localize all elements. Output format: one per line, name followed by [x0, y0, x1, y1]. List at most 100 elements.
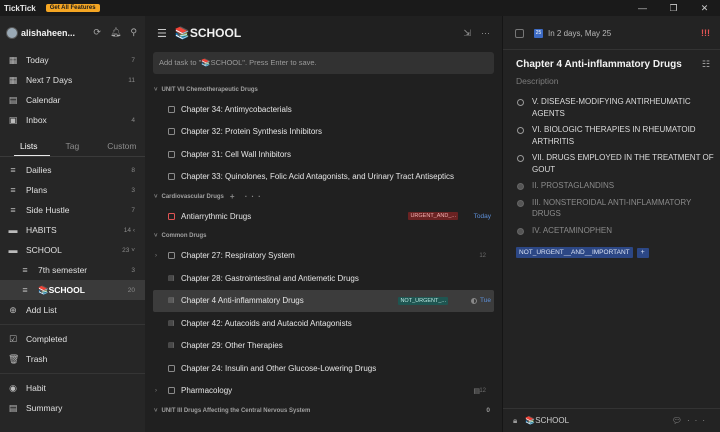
checklist-item[interactable]: VI. BIOLOGIC THERAPIES IN RHEUMATOID ART… — [503, 124, 720, 147]
tab-lists[interactable]: Lists — [20, 141, 37, 151]
tag-chip[interactable]: URGENT_AND_... — [408, 212, 458, 221]
footer-icons[interactable]: 💬︎··· — [672, 416, 710, 425]
sidebar-item[interactable]: ▬ HABITS 14 ‹ — [0, 220, 145, 240]
task-group-header[interactable]: ˅ Common Drugs — [145, 228, 502, 245]
bell-icon[interactable]: 🔔︎ — [110, 27, 121, 38]
sidebar-item[interactable]: ≡ Side Hustle 7 — [0, 200, 145, 220]
get-all-features-button[interactable]: Get All Features — [45, 4, 100, 12]
sidebar-item[interactable]: ≡ Dailies 8 — [0, 160, 145, 180]
note-icon[interactable]: ▤ — [168, 275, 175, 282]
sidebar-item[interactable]: ▬ SCHOOL 23 ˅ — [0, 240, 145, 260]
sort-icon[interactable]: ⇲ — [463, 28, 471, 39]
chevron-down-icon[interactable]: ˅ — [154, 408, 158, 414]
tab-tag[interactable]: Tag — [65, 141, 79, 151]
chevron-down-icon[interactable]: ˅ — [154, 233, 158, 239]
calendar-icon[interactable]: 25 — [534, 28, 543, 38]
task-title: Chapter 34: Antimycobacterials — [181, 104, 292, 114]
note-icon[interactable]: ▤ — [168, 320, 175, 327]
checklist-item[interactable]: VII. DRUGS EMPLOYED IN THE TREATMENT OF … — [503, 152, 720, 175]
chevron-right-icon[interactable]: › — [155, 253, 157, 259]
avatar[interactable] — [6, 27, 18, 39]
task-row[interactable]: ▤ Chapter 4 Anti-inflammatory Drugs NOT_UR… — [153, 289, 494, 312]
checklist-checkbox[interactable] — [517, 199, 524, 207]
task-checkbox[interactable] — [168, 128, 175, 136]
username[interactable]: alishaheen... — [21, 28, 75, 38]
due-date[interactable]: In 2 days, May 25 — [548, 29, 611, 38]
sidebar-item[interactable]: ≡ Plans 3 — [0, 180, 145, 200]
inbox-icon: ▣ — [8, 115, 18, 125]
group-actions[interactable]: + ··· — [230, 192, 265, 201]
sync-icon[interactable]: ⟳ — [93, 27, 101, 38]
task-checkbox[interactable] — [168, 212, 175, 220]
add-tag-button[interactable]: + — [636, 247, 649, 258]
sidebar-item[interactable]: ▤ Summary — [0, 398, 145, 418]
menu-icon[interactable]: ☰ — [157, 27, 167, 40]
task-row[interactable]: Chapter 24: Insulin and Other Glucose-Lo… — [153, 357, 494, 380]
search-icon[interactable]: ⚲ — [130, 27, 137, 38]
close-button[interactable]: ✕ — [689, 0, 720, 16]
task-row[interactable]: › Pharmacology ▤ 12 — [153, 380, 494, 403]
task-checkbox[interactable] — [168, 173, 175, 181]
add-task-input[interactable]: Add task to "📚SCHOOL". Press Enter to sa… — [153, 52, 494, 74]
more-icon[interactable]: ··· — [481, 28, 490, 39]
task-group-header[interactable]: ˅ Cardiovascular Drugs + ··· — [145, 188, 502, 205]
lock-icon[interactable]: 🔒︎ — [513, 416, 517, 426]
minimize-button[interactable]: — — [627, 0, 658, 16]
task-checkbox[interactable] — [168, 252, 175, 260]
sidebar-item[interactable]: ≡ 7th semester 3 — [0, 260, 145, 280]
checklist-checkbox[interactable] — [517, 183, 524, 190]
note-icon[interactable]: ▤ — [168, 342, 175, 349]
checklist-checkbox[interactable] — [517, 227, 524, 235]
task-group-header[interactable]: ˅ UNIT VII Chemotherapeutic Drugs — [145, 81, 502, 98]
task-checkbox[interactable] — [515, 28, 524, 38]
sidebar-item[interactable]: ◉ Habit — [0, 378, 145, 398]
sidebar-item[interactable]: ▦ Next 7 Days 11 — [0, 70, 145, 90]
checklist-checkbox[interactable] — [517, 127, 524, 134]
sidebar-item-label: Side Hustle — [26, 205, 70, 215]
sidebar-item[interactable]: ▣ Inbox 4 — [0, 110, 145, 130]
chevron-down-icon[interactable]: ˅ — [154, 194, 158, 200]
note-icon[interactable]: ▤ — [168, 297, 175, 304]
chevron-right-icon[interactable]: › — [155, 388, 157, 394]
tab-custom[interactable]: Custom — [107, 141, 136, 151]
user-lists: ≡ Dailies 8 ≡ Plans 3 ≡ Side Hustle 7 ▬ HABITS 14 ‹… — [0, 160, 145, 300]
sidebar-item[interactable]: 🗑︎ Trash — [0, 349, 145, 369]
task-group-header[interactable]: ˅ UNIT III Drugs Affecting the Central Ne… — [145, 402, 502, 419]
checklist-mode-icon[interactable]: ☷ — [702, 59, 710, 70]
task-row[interactable]: ▤ Chapter 28: Gastrointestinal and Antiem… — [153, 267, 494, 290]
task-checkbox[interactable] — [168, 387, 175, 395]
task-row[interactable]: Chapter 33: Quinolones, Folic Acid Antag… — [153, 166, 494, 189]
description-label[interactable]: Description — [503, 76, 720, 91]
priority-flag-icon[interactable]: !!! — [701, 28, 710, 38]
checklist-checkbox[interactable] — [517, 99, 524, 106]
maximize-button[interactable]: ❐ — [658, 0, 689, 16]
checklist-item[interactable]: III. NONSTEROIDAL ANTI-INFLAMMATORY DRUG… — [503, 197, 720, 220]
task-row[interactable]: Antiarrythmic Drugs URGENT_AND_... Today — [153, 205, 494, 228]
task-row[interactable]: › Chapter 27: Respiratory System 12 — [153, 245, 494, 268]
checklist-text: VII. DRUGS EMPLOYED IN THE TREATMENT OF … — [532, 153, 714, 174]
task-row[interactable]: Chapter 32: Protein Synthesis Inhibitors — [153, 121, 494, 144]
task-checkbox[interactable] — [168, 150, 175, 158]
checklist-item[interactable]: V. DISEASE-MODIFYING ANTIRHEUMATIC AGENT… — [503, 96, 720, 119]
checklist-item[interactable]: IV. ACETAMINOPHEN — [503, 225, 720, 237]
sidebar-item-label: Completed — [26, 334, 68, 344]
task-list-name[interactable]: 📚SCHOOL — [525, 416, 569, 425]
list-tabs: Lists Tag Custom — [0, 136, 145, 156]
checklist-checkbox[interactable] — [517, 155, 524, 162]
task-row[interactable]: Chapter 34: Antimycobacterials — [153, 98, 494, 121]
sidebar-item[interactable]: ▤ Calendar — [0, 90, 145, 110]
add-list-button[interactable]: ⊕ Add List — [0, 300, 145, 320]
task-checkbox[interactable] — [168, 364, 175, 372]
task-row[interactable]: ▤ Chapter 42: Autacoids and Autacoid Anta… — [153, 312, 494, 335]
sidebar-item[interactable]: ☑ Completed — [0, 329, 145, 349]
tag-chip[interactable]: NOT_URGENT_... — [398, 296, 448, 305]
task-checkbox[interactable] — [168, 105, 175, 113]
chevron-down-icon[interactable]: ˅ — [154, 87, 158, 93]
task-title[interactable]: Chapter 4 Anti-inflammatory Drugs ☷ — [503, 50, 720, 76]
checklist-item[interactable]: II. PROSTAGLANDINS — [503, 180, 720, 192]
tag-chip[interactable]: NOT_URGENT__AND__IMPORTANT — [516, 247, 633, 258]
task-row[interactable]: ▤ Chapter 29: Other Therapies — [153, 335, 494, 358]
task-row[interactable]: Chapter 31: Cell Wall Inhibitors — [153, 143, 494, 166]
sidebar-item[interactable]: ▦ Today 7 — [0, 50, 145, 70]
sidebar-item[interactable]: ≡ 📚SCHOOL 20 — [0, 280, 145, 300]
